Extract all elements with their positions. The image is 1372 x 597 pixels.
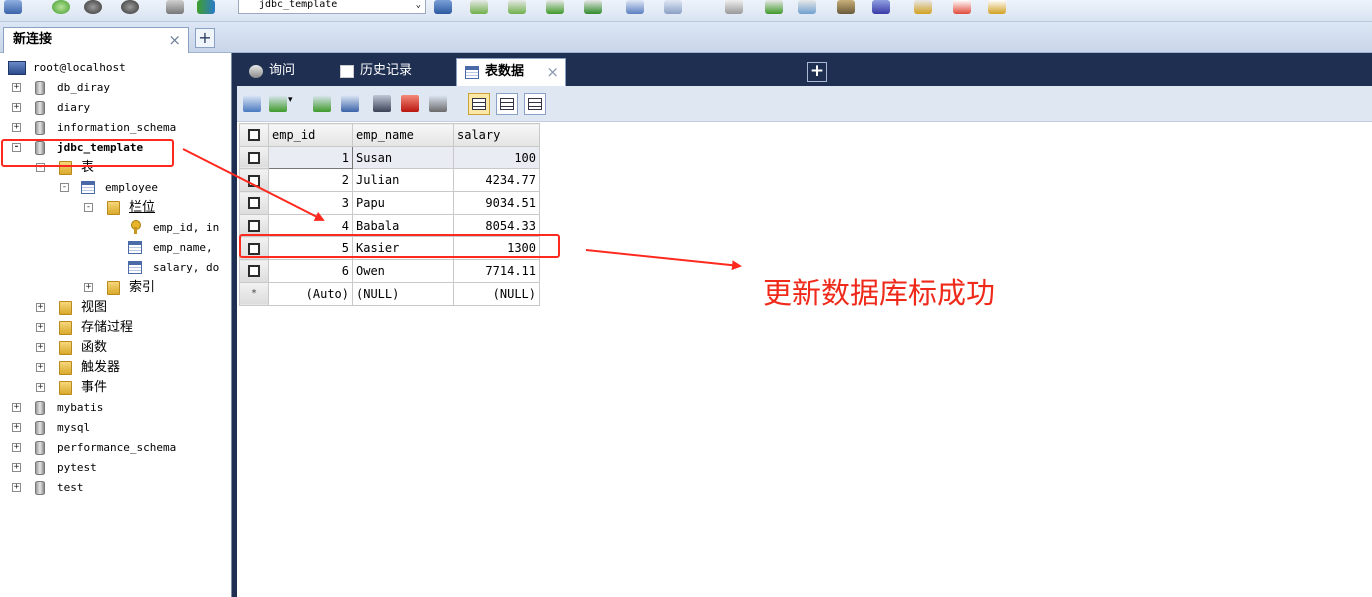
arrow-to-row (182, 148, 325, 221)
arrow-to-note (585, 249, 742, 271)
annotation-text: 更新数据库标成功 (763, 276, 996, 310)
annotation-arrows (182, 148, 742, 271)
